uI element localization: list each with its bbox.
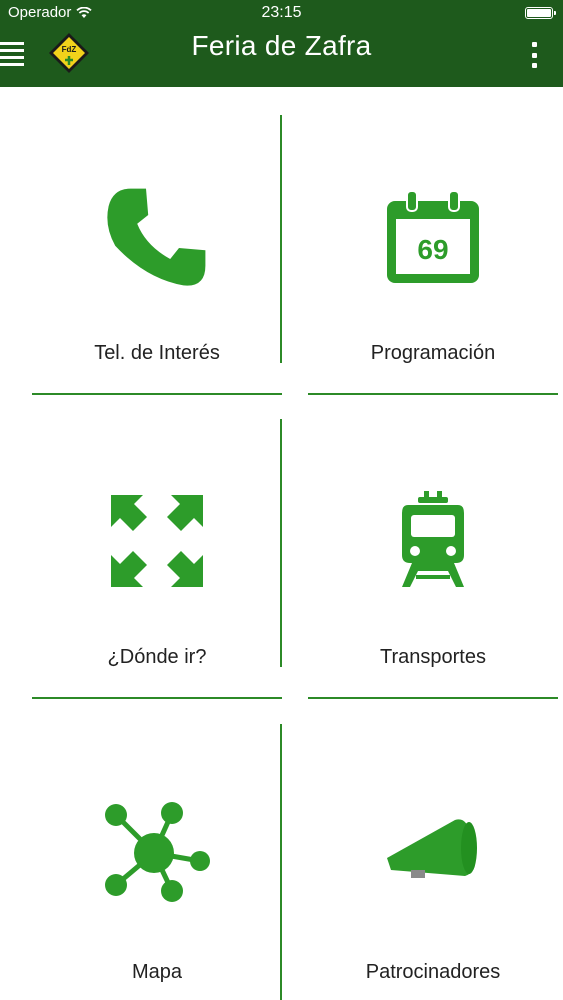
expand-arrows-icon — [111, 495, 203, 587]
network-nodes-icon — [105, 802, 210, 902]
app-bar: Operador 23:15 FdZ Feria de Zafra — [0, 0, 563, 87]
megaphone-icon — [387, 819, 477, 878]
menu-tile-label: Transportes — [380, 646, 486, 668]
column-divider — [280, 115, 282, 363]
calendar-day-text: 69 — [417, 234, 448, 265]
menu-tile-label: Mapa — [131, 961, 183, 983]
menu-grid: Tel. de Interés 69 Programación ¿Dónde i… — [0, 87, 563, 1000]
battery-icon — [525, 7, 556, 19]
menu-tile-tel-interes[interactable]: Tel. de Interés — [32, 87, 282, 395]
menu-tile-mapa[interactable]: Mapa — [32, 696, 282, 996]
calendar-icon: 69 — [387, 190, 479, 283]
page-title: Feria de Zafra — [191, 30, 372, 61]
column-divider — [280, 724, 282, 1000]
menu-tile-label: ¿Dónde ir? — [107, 646, 207, 668]
column-divider — [280, 419, 282, 667]
menu-tile-label: Tel. de Interés — [94, 342, 220, 364]
status-time: 23:15 — [261, 4, 302, 21]
menu-tile-label: Programación — [370, 342, 496, 364]
menu-tile-label: Patrocinadores — [365, 961, 501, 983]
menu-tile-transportes[interactable]: Transportes — [308, 391, 558, 699]
train-icon — [402, 491, 464, 587]
menu-tile-programacion[interactable]: 69 Programación — [308, 87, 558, 395]
menu-tile-patrocinadores[interactable]: Patrocinadores — [308, 696, 558, 996]
more-vertical-icon[interactable] — [529, 42, 539, 68]
menu-tile-donde-ir[interactable]: ¿Dónde ir? — [32, 391, 282, 699]
phone-icon — [107, 188, 206, 286]
